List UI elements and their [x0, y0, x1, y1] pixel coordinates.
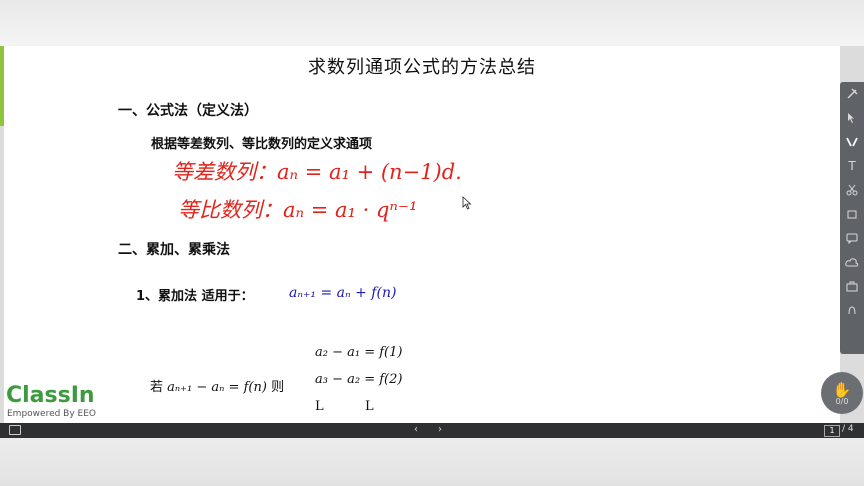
equation-list: a₂ − a₁ = f(1) a₃ − a₂ = f(2) L L: [315, 339, 402, 420]
section2-heading: 二、累加、累乘法: [118, 242, 230, 258]
page-navigation-bar: ‹ › 1 / 4: [0, 423, 864, 438]
logo-tagline: Empowered By EEO: [7, 409, 97, 419]
slide-title: 求数列通项公式的方法总结: [308, 57, 536, 78]
equation-line: a₂ − a₁ = f(1): [315, 345, 403, 360]
classin-logo: ClassIn: [6, 383, 95, 408]
scissors-icon[interactable]: [840, 178, 864, 202]
page-number-input[interactable]: 1: [824, 425, 840, 437]
raise-hand-button[interactable]: ✋ 0/0: [821, 372, 863, 414]
cloud-icon[interactable]: [840, 250, 864, 274]
cumulative-sum-label: 1、累加法 适用于：: [136, 289, 254, 304]
prev-page-button[interactable]: ‹: [414, 424, 418, 435]
equation-line: a₃ − a₂ = f(2): [315, 372, 403, 387]
text-icon[interactable]: T: [840, 154, 864, 178]
thumbnail-toggle-icon[interactable]: [9, 425, 21, 435]
condition-suffix: 则: [271, 380, 285, 395]
handwriting-arithmetic: 等差数列：aₙ = a₁ + (n−1)d.: [172, 160, 462, 184]
mouse-icon[interactable]: [840, 106, 864, 130]
condition-text: 若 aₙ₊₁ − aₙ = f(n) 则: [150, 376, 284, 395]
equation-line: L L: [315, 399, 374, 414]
more-icon[interactable]: [840, 298, 864, 322]
slide-page: 求数列通项公式的方法总结 一、公式法（定义法） 根据等差数列、等比数列的定义求通…: [4, 46, 840, 423]
mouse-cursor-icon: [462, 196, 472, 210]
clear-icon[interactable]: [840, 82, 864, 106]
next-page-button[interactable]: ›: [438, 424, 442, 435]
section1-heading: 一、公式法（定义法）: [118, 103, 258, 119]
eraser-icon[interactable]: [840, 202, 864, 226]
condition-prefix: 若: [150, 380, 164, 395]
condition-formula: aₙ₊₁ − aₙ = f(n): [167, 380, 267, 395]
top-blur-strip: [0, 0, 864, 46]
bottom-blur-strip: [0, 438, 864, 486]
page-total: / 4: [842, 424, 854, 434]
hand-count: 0/0: [835, 396, 849, 406]
drawing-toolbar: T: [840, 82, 864, 354]
toolbox-icon[interactable]: [840, 274, 864, 298]
handwriting-geometric: 等比数列：aₙ = a₁ · qⁿ⁻¹: [178, 198, 418, 222]
logo-text-in: In: [70, 383, 95, 408]
pen-icon[interactable]: [840, 130, 864, 154]
chat-icon[interactable]: [840, 226, 864, 250]
section1-text: 根据等差数列、等比数列的定义求通项: [151, 137, 373, 152]
logo-text-class: Class: [6, 383, 71, 408]
recurrence-formula: aₙ₊₁ = aₙ + f(n): [289, 285, 397, 301]
